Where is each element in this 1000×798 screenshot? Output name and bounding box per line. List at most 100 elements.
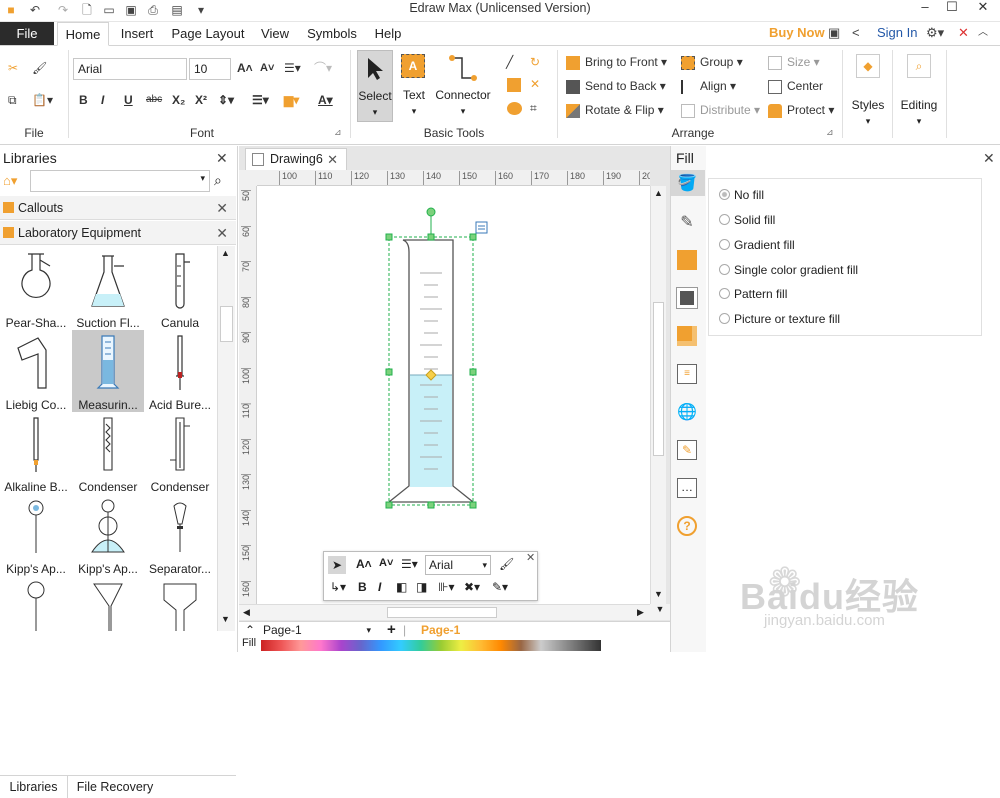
- text-tool-button[interactable]: A Text ▾: [397, 50, 431, 122]
- align-text-icon[interactable]: ☰▾: [284, 60, 301, 76]
- add-page-icon[interactable]: +: [387, 621, 396, 638]
- cut-icon[interactable]: ✂: [8, 60, 18, 76]
- grow-font-icon[interactable]: A˄: [237, 60, 253, 76]
- arrange-dialog-launcher-icon[interactable]: ⊿: [826, 124, 834, 140]
- page-select[interactable]: Page-1 ▾: [263, 622, 375, 640]
- shape-kipps-apparatus-2[interactable]: Kipp's Ap...: [72, 494, 144, 576]
- tab-help[interactable]: Help: [370, 22, 406, 46]
- sign-in-link[interactable]: Sign In: [877, 25, 917, 40]
- strikethrough-icon[interactable]: abc: [146, 92, 162, 108]
- superscript-icon[interactable]: X²: [195, 92, 207, 108]
- fill-option-single-color-gradient[interactable]: Single color gradient fill: [719, 262, 858, 278]
- shape-kipps-apparatus-1[interactable]: Kipp's Ap...: [0, 494, 72, 576]
- shape-buchner-funnel[interactable]: [144, 576, 216, 631]
- distribute-small-icon[interactable]: ⊪▾: [438, 580, 454, 594]
- canvas-horizontal-scrollbar[interactable]: ◀ ▶: [239, 604, 650, 620]
- shape-suction-flask[interactable]: Suction Fl...: [72, 248, 144, 330]
- close-category-icon[interactable]: ✕: [216, 221, 228, 245]
- close-window-icon[interactable]: ✕: [968, 0, 998, 16]
- fill-option-picture-texture[interactable]: Picture or texture fill: [719, 311, 840, 327]
- format-painter-icon[interactable]: 🖌: [499, 557, 514, 571]
- subscript-icon[interactable]: X₂: [172, 92, 185, 108]
- scroll-down-icon[interactable]: ▼: [221, 614, 230, 624]
- shape-pear-shaped-flask[interactable]: Pear-Sha...: [0, 248, 72, 330]
- line-style-icon[interactable]: ✎: [677, 212, 697, 232]
- line-shape-icon[interactable]: ╱: [506, 54, 513, 70]
- new-document-icon[interactable]: 🗋: [80, 3, 94, 17]
- layers-icon[interactable]: [677, 326, 697, 346]
- scroll-right-icon[interactable]: ▶: [637, 607, 644, 618]
- copy-icon[interactable]: ⧉: [8, 92, 17, 108]
- fill-option-no-fill[interactable]: No fill: [719, 187, 764, 203]
- align-button[interactable]: Align ▾: [681, 78, 736, 94]
- shape-condenser-1[interactable]: Condenser: [72, 412, 144, 494]
- library-search-input[interactable]: ▾: [30, 170, 210, 192]
- help-icon[interactable]: ?: [677, 516, 697, 536]
- close-tab-icon[interactable]: ✕: [327, 149, 338, 170]
- scrollbar-thumb[interactable]: [220, 306, 233, 342]
- page-setup-icon[interactable]: ✎: [677, 440, 697, 460]
- italic-icon[interactable]: I: [101, 92, 104, 108]
- save-icon[interactable]: ▣: [124, 3, 138, 17]
- crossed-lines-icon[interactable]: ✕: [530, 76, 540, 92]
- style-small-icon[interactable]: ✎▾: [492, 580, 508, 594]
- rotate-handle[interactable]: [426, 207, 436, 217]
- bring-front-small-icon[interactable]: ◧: [396, 580, 407, 594]
- tools-icon[interactable]: ✖▾: [464, 580, 480, 594]
- library-category-callouts[interactable]: Callouts ✕: [0, 196, 236, 220]
- paste-icon[interactable]: 📋▾: [32, 92, 53, 108]
- home-icon[interactable]: ⌂▾: [3, 173, 17, 189]
- shape-canula[interactable]: Canula: [144, 248, 216, 330]
- bold-icon[interactable]: B: [358, 580, 367, 594]
- shrink-font-icon[interactable]: A˅: [260, 60, 274, 76]
- crop-icon[interactable]: ⌗: [530, 100, 537, 116]
- font-size-select[interactable]: 10: [189, 58, 231, 80]
- arc-shape-icon[interactable]: ↻: [530, 54, 540, 70]
- mini-font-select[interactable]: Arial ▾: [425, 555, 491, 575]
- editing-button[interactable]: ⌕ Editing ▾: [896, 52, 942, 136]
- line-spacing-icon[interactable]: ⇕▾: [218, 92, 234, 108]
- globe-icon[interactable]: 🌐: [677, 402, 697, 422]
- libraries-scrollbar[interactable]: ▲ ▼: [217, 246, 235, 631]
- bullets-icon[interactable]: ☰▾: [252, 92, 269, 108]
- scrollbar-thumb[interactable]: [653, 302, 664, 456]
- close-fill-panel-icon[interactable]: ✕: [983, 150, 995, 167]
- fill-option-pattern[interactable]: Pattern fill: [719, 286, 787, 302]
- size-button[interactable]: Size ▾: [768, 54, 820, 70]
- scroll-down-icon[interactable]: ▼: [650, 604, 670, 620]
- fill-option-gradient[interactable]: Gradient fill: [719, 237, 795, 253]
- align-text-icon[interactable]: ☰▾: [401, 557, 418, 571]
- send-back-small-icon[interactable]: ◨: [416, 580, 427, 594]
- ellipse-shape-icon[interactable]: [507, 102, 522, 115]
- text-curve-icon[interactable]: ⌒▾: [314, 60, 332, 76]
- image-icon[interactable]: [676, 287, 698, 309]
- shape-acid-burette[interactable]: Acid Bure...: [144, 330, 216, 412]
- tab-page-layout[interactable]: Page Layout: [168, 22, 248, 46]
- scrollbar-thumb[interactable]: [387, 607, 497, 618]
- underline-icon[interactable]: U: [124, 92, 133, 108]
- close-libraries-icon[interactable]: ✕: [216, 150, 228, 167]
- open-folder-icon[interactable]: ▭: [102, 3, 116, 17]
- tab-insert[interactable]: Insert: [114, 22, 160, 46]
- minimize-icon[interactable]: –: [910, 0, 940, 16]
- shape-liebig-condenser[interactable]: Liebig Co...: [0, 330, 72, 412]
- bold-icon[interactable]: B: [79, 92, 88, 108]
- tab-file-recovery[interactable]: File Recovery: [70, 776, 160, 798]
- font-dialog-launcher-icon[interactable]: ⊿: [334, 124, 342, 140]
- tab-libraries[interactable]: Libraries: [0, 776, 68, 798]
- shape-flask-round[interactable]: [0, 576, 72, 631]
- drawing-page[interactable]: [257, 186, 650, 604]
- protect-button[interactable]: Protect ▾: [768, 102, 834, 118]
- send-to-back-button[interactable]: Send to Back ▾: [566, 78, 666, 94]
- maximize-icon[interactable]: ☐: [937, 0, 967, 16]
- tab-file[interactable]: File: [0, 22, 54, 45]
- styles-button[interactable]: ◆ Styles ▾: [848, 52, 888, 136]
- scroll-down-icon[interactable]: ▼: [654, 589, 663, 599]
- grow-font-icon[interactable]: A˄: [356, 557, 372, 571]
- shape-alkaline-burette[interactable]: Alkaline B...: [0, 412, 72, 494]
- tab-view[interactable]: View: [256, 22, 294, 46]
- pointer-icon[interactable]: ➤: [328, 556, 346, 574]
- settings-gear-icon[interactable]: ⚙▾: [926, 26, 944, 40]
- comment-icon[interactable]: …: [677, 478, 697, 498]
- font-family-select[interactable]: Arial: [73, 58, 187, 80]
